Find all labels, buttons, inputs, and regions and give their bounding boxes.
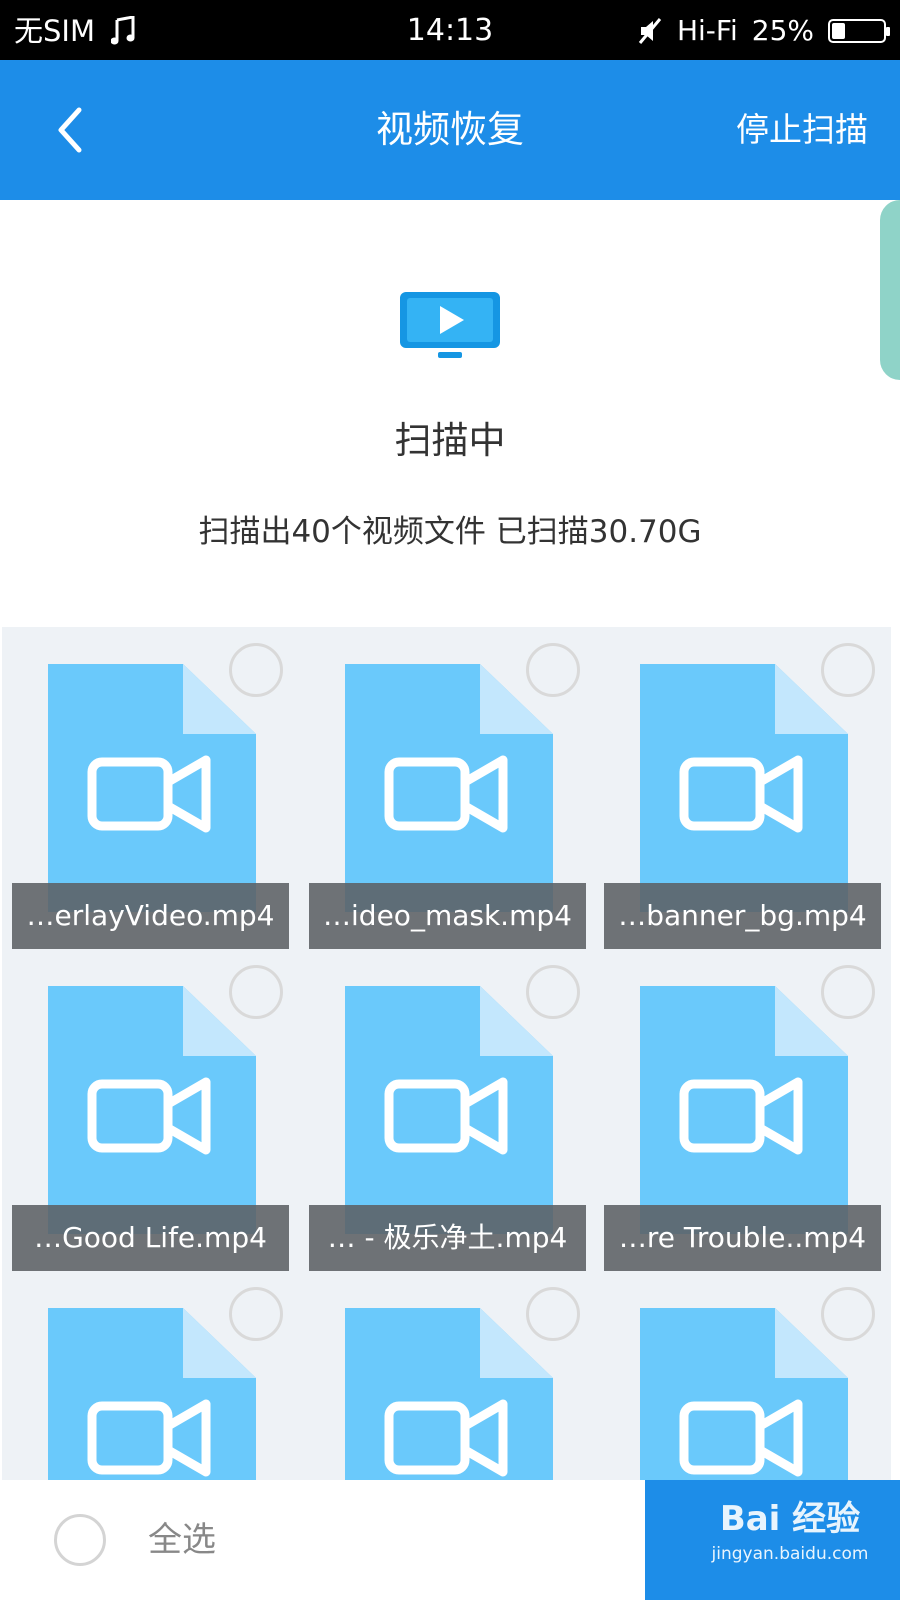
video-file-icon — [48, 1308, 256, 1480]
battery-percent: 25% — [751, 14, 814, 47]
scan-info-panel — [0, 200, 900, 625]
edge-scroll-handle[interactable] — [880, 200, 900, 380]
file-tile[interactable]: …erlayVideo.mp4 — [2, 627, 299, 952]
select-checkbox[interactable] — [821, 965, 875, 1019]
recover-button[interactable] — [645, 1480, 900, 1600]
video-file-icon — [345, 986, 553, 1234]
chevron-left-icon — [58, 107, 82, 153]
select-checkbox[interactable] — [526, 965, 580, 1019]
select-checkbox[interactable] — [526, 643, 580, 697]
file-tile[interactable]: …Good Life.mp4 — [2, 949, 299, 1274]
file-tile[interactable] — [594, 1271, 891, 1480]
select-checkbox[interactable] — [229, 965, 283, 1019]
file-name-label: … - 极乐净土.mp4 — [309, 1205, 586, 1271]
tv-play-icon — [400, 292, 500, 358]
file-name-label: …banner_bg.mp4 — [604, 883, 881, 949]
select-checkbox[interactable] — [229, 1287, 283, 1341]
video-file-icon — [345, 664, 553, 912]
file-tile[interactable]: …re Trouble..mp4 — [594, 949, 891, 1274]
file-tile[interactable] — [299, 1271, 596, 1480]
select-all-checkbox[interactable] — [54, 1514, 106, 1566]
video-file-icon — [48, 664, 256, 912]
status-bar: 无SIM 14:13 Hi-Fi 25% — [0, 0, 900, 60]
app-header: 视频恢复 停止扫描 — [0, 60, 900, 200]
file-name-label: …erlayVideo.mp4 — [12, 883, 289, 949]
scan-status: 扫描中 — [394, 419, 506, 462]
file-name-label: …re Trouble..mp4 — [604, 1205, 881, 1271]
video-file-icon — [640, 1308, 848, 1480]
video-file-icon — [48, 986, 256, 1234]
file-tile[interactable]: …banner_bg.mp4 — [594, 627, 891, 952]
bottom-bar: 全选 — [0, 1480, 900, 1600]
select-checkbox[interactable] — [821, 1287, 875, 1341]
file-name-label: …Good Life.mp4 — [12, 1205, 289, 1271]
video-file-icon — [345, 1308, 553, 1480]
file-tile[interactable]: … - 极乐净土.mp4 — [299, 949, 596, 1274]
select-all-label[interactable]: 全选 — [148, 1518, 216, 1562]
select-checkbox[interactable] — [229, 643, 283, 697]
video-file-icon — [640, 986, 848, 1234]
back-button[interactable] — [40, 100, 100, 160]
status-right: Hi-Fi 25% — [637, 14, 890, 48]
video-file-icon — [640, 664, 848, 912]
file-grid: …erlayVideo.mp4 …ideo_mask.mp4 …banner_bg.… — [0, 627, 900, 1480]
battery-icon — [828, 19, 890, 43]
network-label: Hi-Fi — [676, 14, 738, 47]
mute-icon — [638, 18, 662, 44]
file-tile[interactable] — [2, 1271, 299, 1480]
scan-summary: 扫描出40个视频文件 已扫描30.70G — [198, 514, 702, 550]
file-tile[interactable]: …ideo_mask.mp4 — [299, 627, 596, 952]
file-name-label: …ideo_mask.mp4 — [309, 883, 586, 949]
select-checkbox[interactable] — [526, 1287, 580, 1341]
stop-scan-button[interactable]: 停止扫描 — [736, 110, 868, 150]
battery-level — [832, 23, 845, 39]
select-checkbox[interactable] — [821, 643, 875, 697]
